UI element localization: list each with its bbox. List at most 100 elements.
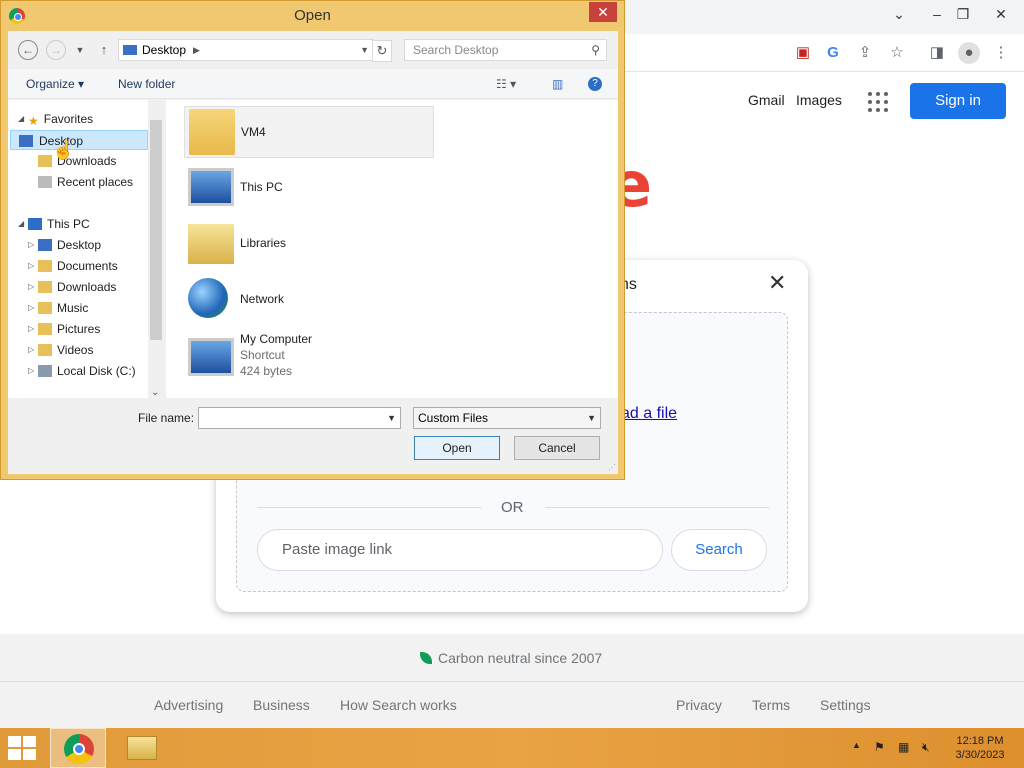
- share-icon[interactable]: ⇪: [854, 42, 876, 64]
- breadcrumb-chevron-icon[interactable]: ▶: [193, 40, 200, 60]
- expand-arrow-icon[interactable]: ▷: [28, 235, 34, 255]
- address-location: Desktop: [142, 43, 187, 57]
- footer-link-how-search-works[interactable]: How Search works: [340, 697, 457, 713]
- desktop-icon: [19, 135, 33, 147]
- start-button[interactable]: [8, 736, 38, 760]
- tree-pc-music[interactable]: Music: [38, 298, 88, 318]
- address-dropdown-icon[interactable]: ▼: [360, 40, 369, 60]
- chevron-down-icon[interactable]: ▼: [387, 408, 396, 428]
- images-link[interactable]: Images: [796, 92, 842, 108]
- expand-arrow-icon[interactable]: ▷: [28, 361, 34, 381]
- sign-in-button[interactable]: Sign in: [910, 83, 1006, 119]
- expand-arrow-icon[interactable]: ▷: [28, 298, 34, 318]
- file-item-libraries[interactable]: Libraries: [184, 218, 434, 270]
- new-folder-button[interactable]: New folder: [118, 77, 175, 91]
- paste-image-link-input[interactable]: Paste image link: [257, 529, 663, 571]
- up-icon[interactable]: ↑: [94, 40, 114, 60]
- scrollbar-thumb[interactable]: [150, 120, 162, 340]
- close-icon[interactable]: ✕: [984, 0, 1018, 28]
- expand-arrow-icon[interactable]: ▷: [28, 319, 34, 339]
- google-icon[interactable]: G: [822, 42, 844, 64]
- bookmark-star-icon[interactable]: ☆: [886, 42, 908, 64]
- view-options-icon[interactable]: ☷ ▾: [496, 77, 516, 91]
- divider: [545, 507, 769, 508]
- recent-locations-icon[interactable]: ▼: [70, 40, 90, 60]
- tree-pc-desktop[interactable]: Desktop: [38, 235, 101, 255]
- file-size: 424 bytes: [240, 364, 293, 378]
- tree-pc-downloads[interactable]: Downloads: [38, 277, 116, 297]
- lens-search-button[interactable]: Search: [671, 529, 767, 571]
- tree-favorites[interactable]: ★ Favorites: [28, 109, 93, 129]
- search-placeholder: Search Desktop: [413, 43, 499, 57]
- action-center-flag-icon[interactable]: ⚑: [874, 740, 885, 754]
- collapse-arrow-icon[interactable]: ◢: [18, 214, 24, 234]
- close-icon[interactable]: ✕: [768, 270, 786, 296]
- refresh-icon[interactable]: ↻: [372, 40, 392, 62]
- file-name: Network: [240, 292, 285, 306]
- apps-grid-icon[interactable]: [866, 90, 890, 114]
- nav-pane-scrollbar[interactable]: ⌄: [148, 100, 165, 398]
- expand-arrow-icon[interactable]: ▷: [28, 277, 34, 297]
- organize-button[interactable]: Organize ▾: [26, 77, 84, 91]
- back-icon[interactable]: ←: [18, 40, 38, 60]
- tree-favorites-desktop[interactable]: Desktop: [10, 130, 148, 150]
- footer-link-business[interactable]: Business: [253, 697, 310, 713]
- tree-pc-pictures[interactable]: Pictures: [38, 319, 100, 339]
- upload-file-link[interactable]: ad a file: [621, 405, 677, 423]
- tree-pc-documents[interactable]: Documents: [38, 256, 118, 276]
- file-type-value: Custom Files: [418, 411, 489, 425]
- chrome-icon-center: [73, 743, 85, 755]
- profile-avatar-icon[interactable]: ●: [958, 42, 980, 64]
- tree-pc-local-disk[interactable]: Local Disk (C:): [38, 361, 136, 381]
- footer-link-privacy[interactable]: Privacy: [676, 697, 722, 713]
- file-item-network[interactable]: Network: [184, 274, 434, 326]
- cancel-button[interactable]: Cancel: [514, 436, 600, 460]
- side-panel-icon[interactable]: ◨: [926, 42, 948, 64]
- taskbar-chrome[interactable]: [50, 728, 106, 768]
- file-type-select[interactable]: Custom Files ▼: [413, 407, 601, 429]
- dialog-titlebar[interactable]: Open ✕: [1, 1, 624, 31]
- expand-arrow-icon[interactable]: ▷: [28, 256, 34, 276]
- carbon-neutral-text[interactable]: Carbon neutral since 2007: [420, 650, 602, 666]
- expand-arrow-icon[interactable]: ▷: [28, 340, 34, 360]
- file-item-vm4[interactable]: VM4: [184, 106, 434, 158]
- show-hidden-icons[interactable]: ▲: [852, 740, 861, 750]
- volume-muted-icon[interactable]: 🔇︎: [922, 740, 930, 755]
- computer-shortcut-icon: [188, 338, 234, 376]
- open-button[interactable]: Open: [414, 436, 500, 460]
- restore-icon[interactable]: ❐: [946, 0, 980, 28]
- clock-time: 12:18 PM: [956, 735, 1004, 747]
- network-icon[interactable]: ▦: [898, 740, 909, 754]
- taskbar-file-explorer[interactable]: [114, 728, 170, 768]
- file-name-input[interactable]: ▼: [198, 407, 401, 429]
- help-icon[interactable]: ?: [588, 77, 602, 91]
- tree-label: Desktop: [57, 238, 102, 252]
- footer-link-terms[interactable]: Terms: [752, 697, 790, 713]
- tree-recent-places[interactable]: Recent places: [38, 172, 133, 192]
- clock-date: 3/30/2023: [955, 749, 1005, 761]
- gmail-link[interactable]: Gmail: [748, 92, 785, 108]
- address-bar[interactable]: Desktop ▶ ▼: [118, 39, 374, 61]
- blocked-popup-icon[interactable]: ▣: [792, 42, 814, 64]
- tab-search-icon[interactable]: ⌄: [882, 0, 916, 28]
- tree-pc-videos[interactable]: Videos: [38, 340, 93, 360]
- footer-link-settings[interactable]: Settings: [820, 697, 871, 713]
- search-desktop-input[interactable]: Search Desktop ⚲: [404, 39, 607, 61]
- leaf-icon: [420, 652, 432, 664]
- file-item-my-computer[interactable]: My Computer Shortcut 424 bytes: [184, 330, 434, 390]
- preview-pane-icon[interactable]: ▥: [552, 77, 563, 91]
- file-item-this-pc[interactable]: This PC: [184, 162, 434, 214]
- clock[interactable]: 12:18 PM 3/30/2023: [944, 734, 1016, 762]
- file-name-label: File name:: [138, 411, 195, 425]
- collapse-arrow-icon[interactable]: ◢: [18, 109, 24, 129]
- forward-icon[interactable]: →: [46, 40, 66, 60]
- computer-icon: [188, 168, 234, 206]
- chevron-down-icon: ▼: [587, 413, 596, 423]
- resize-grip-icon[interactable]: ⋰: [608, 463, 616, 472]
- menu-kebab-icon[interactable]: ⋮: [990, 42, 1012, 64]
- scroll-down-icon[interactable]: ⌄: [151, 387, 159, 398]
- tree-this-pc[interactable]: This PC: [28, 214, 90, 234]
- tree-favorites-downloads[interactable]: Downloads: [38, 151, 116, 171]
- dialog-close-button[interactable]: ✕: [589, 2, 617, 22]
- footer-link-advertising[interactable]: Advertising: [154, 697, 223, 713]
